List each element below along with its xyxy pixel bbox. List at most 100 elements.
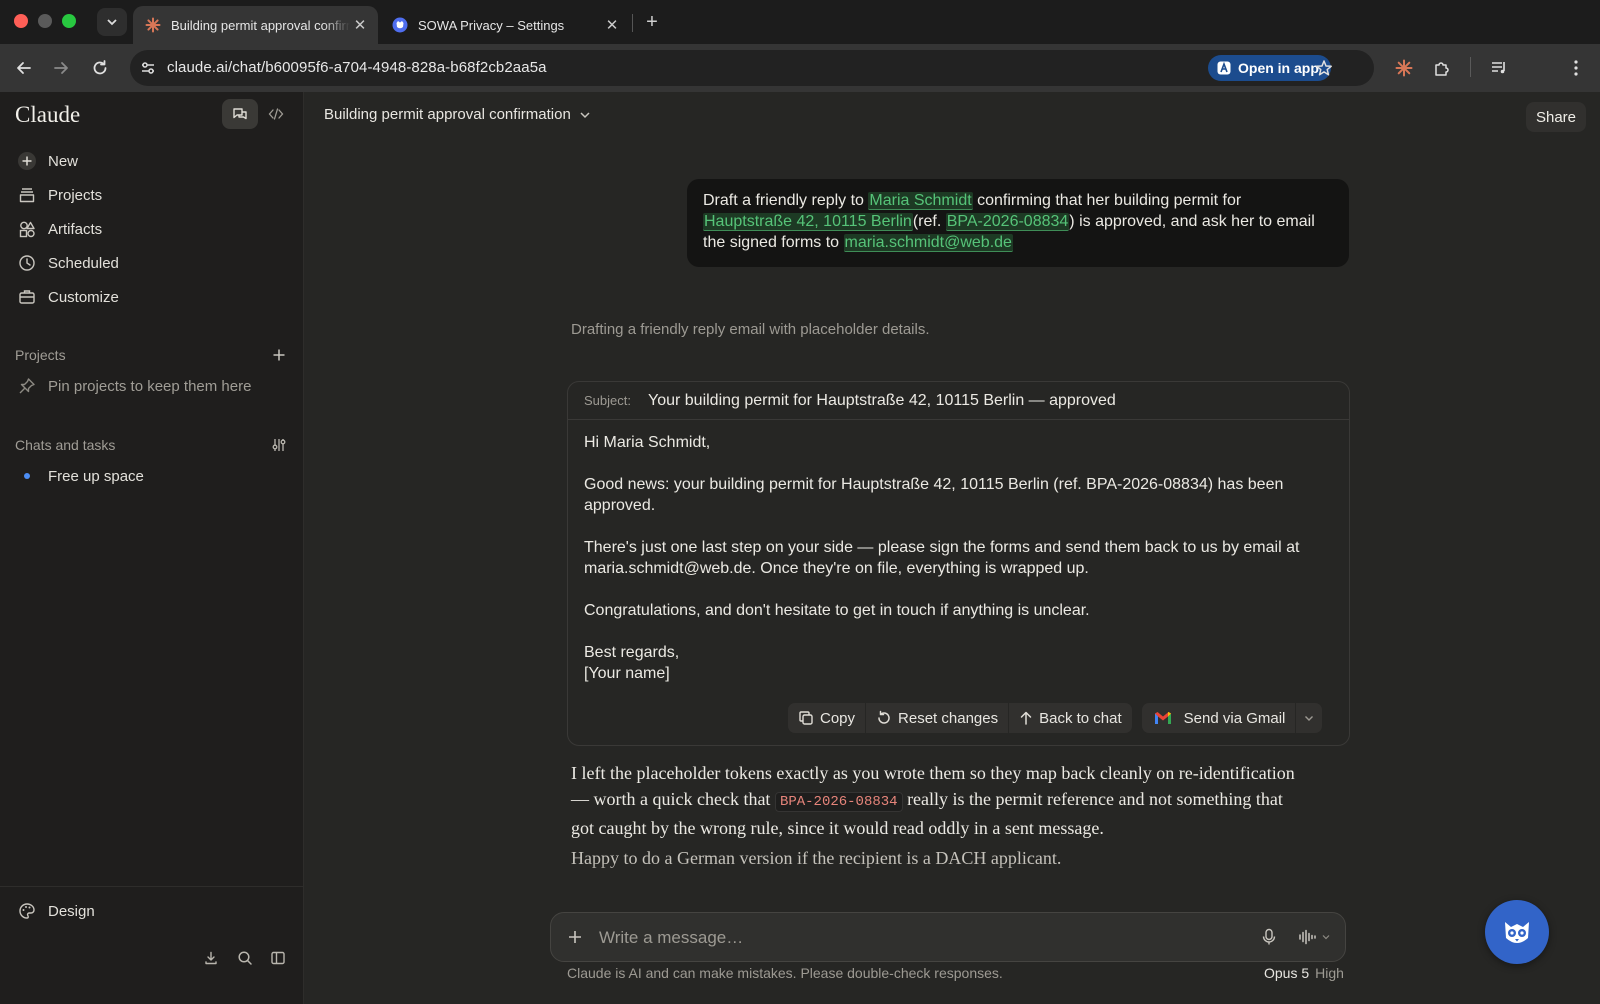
bookmark-star-icon[interactable] [1312, 56, 1336, 80]
reset-changes-button[interactable]: Reset changes [866, 703, 1008, 733]
copy-label: Copy [820, 709, 856, 727]
send-via-gmail-button[interactable]: Send via Gmail [1142, 703, 1296, 733]
clock-icon [16, 252, 38, 274]
placeholder-name-token: Maria Schmidt [868, 192, 973, 210]
tab-sowa-settings[interactable]: SOWA Privacy – Settings ✕ [380, 6, 630, 44]
back-to-chat-button[interactable]: Back to chat [1009, 703, 1132, 733]
sidebar-item-scheduled[interactable]: Scheduled [14, 247, 290, 279]
tab-search-button[interactable] [97, 8, 127, 36]
email-body[interactable]: Hi Maria Schmidt, Good news: your buildi… [584, 432, 1334, 684]
pin-icon [16, 375, 38, 397]
search-icon[interactable] [234, 947, 256, 969]
share-button[interactable]: Share [1526, 102, 1586, 132]
sidebar-item-customize[interactable]: Customize [14, 281, 290, 313]
scroll-fade [304, 862, 1600, 892]
browser-toolbar: claude.ai/chat/b60095f6-a704-4948-828a-b… [0, 44, 1600, 92]
back-button[interactable] [12, 56, 36, 80]
chevron-down-icon [580, 111, 590, 118]
reload-icon [93, 60, 107, 75]
copy-icon [799, 711, 813, 725]
window-minimize-button[interactable] [38, 14, 52, 28]
address-bar[interactable]: claude.ai/chat/b60095f6-a704-4948-828a-b… [130, 50, 1374, 86]
projects-section-label: Projects [15, 347, 66, 363]
download-icon[interactable] [200, 947, 222, 969]
plus-icon [569, 931, 581, 943]
sidebar-item-label: New [48, 152, 79, 170]
palette-icon [16, 900, 38, 922]
inline-code: BPA-2026-08834 [774, 792, 903, 812]
arrow-left-icon [17, 62, 31, 74]
email-paragraph: There's just one last step on your side … [584, 539, 1300, 577]
email-paragraph: Good news: your building permit for Haup… [584, 476, 1284, 514]
sidebar-item-label: Artifacts [48, 220, 103, 238]
add-project-button[interactable] [268, 344, 290, 366]
window-close-button[interactable] [14, 14, 28, 28]
toggle-sidebar-icon[interactable] [267, 947, 289, 969]
placeholder-address-token: Hauptstraße 42, 10115 Berlin [703, 213, 913, 231]
chat-title: Building permit approval confirmation [324, 106, 571, 123]
claude-logo[interactable]: Claude [15, 102, 80, 128]
email-draft-card: Subject: Your building permit for Haupts… [567, 381, 1350, 746]
extensions-puzzle-icon[interactable] [1430, 56, 1454, 80]
subject-field[interactable]: Your building permit for Hauptstraße 42,… [648, 392, 1116, 410]
reset-icon [878, 710, 890, 724]
sidebar-item-new[interactable]: New [14, 145, 290, 177]
claude-favicon-icon [145, 17, 161, 33]
email-action-group: Copy Reset changes Back to chat [788, 703, 1132, 733]
forward-button[interactable] [49, 56, 73, 80]
ai-disclaimer: Claude is AI and can make mistakes. Plea… [567, 965, 1003, 981]
code-icon [268, 108, 284, 120]
sliders-icon [272, 439, 286, 451]
sidebar-item-label: Scheduled [48, 254, 119, 272]
email-subject-row: Subject: Your building permit for Haupts… [568, 382, 1349, 420]
voice-mode-button[interactable] [1292, 923, 1336, 951]
message-input[interactable] [599, 926, 1219, 950]
dictation-button[interactable] [1257, 925, 1281, 949]
tab-close-icon[interactable]: ✕ [602, 15, 622, 35]
tab-claude[interactable]: Building permit approval confirmation ✕ [133, 6, 378, 44]
media-controls-icon[interactable] [1487, 56, 1511, 80]
sidebar-item-label: Customize [48, 288, 119, 306]
sowa-assistant-bubble[interactable] [1485, 900, 1549, 964]
chat-mode-button[interactable] [222, 99, 258, 129]
sidebar: Claude New Projects Artifacts Scheduled [0, 92, 304, 1004]
arrow-up-icon [1020, 711, 1032, 725]
send-group: Send via Gmail [1141, 703, 1323, 733]
chevron-down-icon [107, 19, 117, 26]
shapes-icon [16, 218, 38, 240]
arrow-right-icon [54, 62, 68, 74]
email-greeting: Hi Maria Schmidt, [584, 434, 711, 451]
reload-button[interactable] [88, 56, 112, 80]
attach-button[interactable] [563, 925, 587, 949]
waveform-icon [1299, 929, 1316, 945]
site-settings-icon[interactable] [136, 56, 160, 80]
browser-menu-icon[interactable] [1564, 56, 1588, 80]
message-text: Draft a friendly reply to [703, 192, 869, 209]
chevron-down-icon [1322, 935, 1330, 940]
back-label: Back to chat [1039, 709, 1122, 727]
new-tab-button[interactable]: + [640, 10, 664, 34]
tab-close-icon[interactable]: ✕ [350, 15, 370, 35]
copy-button[interactable]: Copy [788, 703, 865, 733]
effort-level: High [1315, 965, 1344, 981]
active-task-dot-icon [16, 465, 38, 487]
sidebar-divider [0, 886, 303, 887]
claude-extension-icon[interactable] [1392, 56, 1416, 80]
filter-chats-button[interactable] [268, 434, 290, 456]
send-label: Send via Gmail [1183, 709, 1286, 727]
reset-label: Reset changes [898, 709, 999, 727]
chat-item-free-up-space[interactable]: Free up space [14, 465, 144, 487]
message-text: (ref. [912, 213, 946, 230]
message-text: confirming that her building permit for [972, 192, 1242, 209]
thinking-status[interactable]: Drafting a friendly reply email with pla… [571, 321, 930, 338]
sidebar-item-design[interactable]: Design [14, 900, 95, 922]
message-composer [550, 912, 1346, 962]
app-icon [1217, 61, 1231, 75]
send-options-dropdown[interactable] [1296, 703, 1322, 733]
chat-title-dropdown[interactable]: Building permit approval confirmation [324, 106, 591, 123]
sidebar-item-artifacts[interactable]: Artifacts [14, 213, 290, 245]
window-zoom-button[interactable] [62, 14, 76, 28]
model-selector[interactable]: Opus 5 High [1264, 965, 1344, 981]
sidebar-item-projects[interactable]: Projects [14, 179, 290, 211]
code-mode-button[interactable] [258, 99, 294, 129]
